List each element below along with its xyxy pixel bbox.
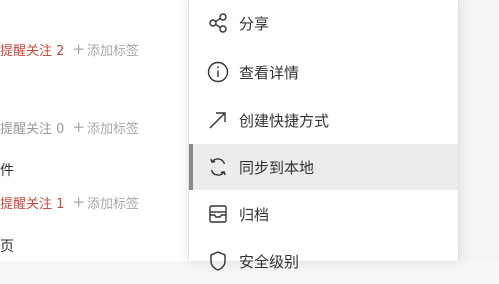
list-item-meta: 提醒关注 1 + 添加标签 <box>0 193 139 213</box>
plus-icon: + <box>72 118 85 136</box>
menu-item-label: 查看详情 <box>239 63 300 82</box>
share-icon <box>207 12 229 34</box>
menu-item-create-shortcut[interactable]: 创建快捷方式 <box>189 97 458 143</box>
menu-item-sync-local[interactable]: 同步到本地 <box>189 144 458 190</box>
add-tag-button[interactable]: + 添加标签 <box>72 40 139 60</box>
security-shield-icon <box>207 250 229 272</box>
add-tag-label: 添加标签 <box>86 44 139 59</box>
list-item-meta: 提醒关注 2 + 添加标签 <box>0 40 139 60</box>
menu-item-share[interactable]: 分享 <box>189 0 458 46</box>
right-panel-edge <box>458 0 499 261</box>
menu-item-label: 创建快捷方式 <box>239 111 330 130</box>
list-item-title[interactable]: 页 <box>0 236 14 256</box>
sync-icon <box>207 156 229 178</box>
menu-item-label: 分享 <box>239 14 270 33</box>
archive-icon <box>207 203 229 225</box>
add-tag-label: 添加标签 <box>86 197 139 212</box>
reminder-count[interactable]: 提醒关注 2 <box>0 40 64 59</box>
menu-item-security-level[interactable]: 安全级别 <box>189 238 458 284</box>
context-menu: 分享 查看详情 创建快捷方式 同步到本地 归档 安全级别 <box>188 0 459 271</box>
shortcut-arrow-icon <box>207 109 229 131</box>
list-item-title[interactable]: 件 <box>0 160 14 180</box>
list-item-meta: 提醒关注 0 + 添加标签 <box>0 118 139 138</box>
menu-item-label: 安全级别 <box>239 252 300 271</box>
menu-item-archive[interactable]: 归档 <box>189 191 458 237</box>
info-icon <box>207 61 229 83</box>
reminder-count[interactable]: 提醒关注 0 <box>0 118 64 137</box>
plus-icon: + <box>72 40 85 58</box>
add-tag-button[interactable]: + 添加标签 <box>72 193 139 213</box>
menu-item-label: 同步到本地 <box>239 158 315 177</box>
menu-item-view-details[interactable]: 查看详情 <box>189 49 458 95</box>
reminder-count[interactable]: 提醒关注 1 <box>0 193 64 212</box>
menu-item-label: 归档 <box>239 205 270 224</box>
add-tag-button[interactable]: + 添加标签 <box>72 118 139 138</box>
plus-icon: + <box>72 193 85 211</box>
add-tag-label: 添加标签 <box>86 122 139 137</box>
